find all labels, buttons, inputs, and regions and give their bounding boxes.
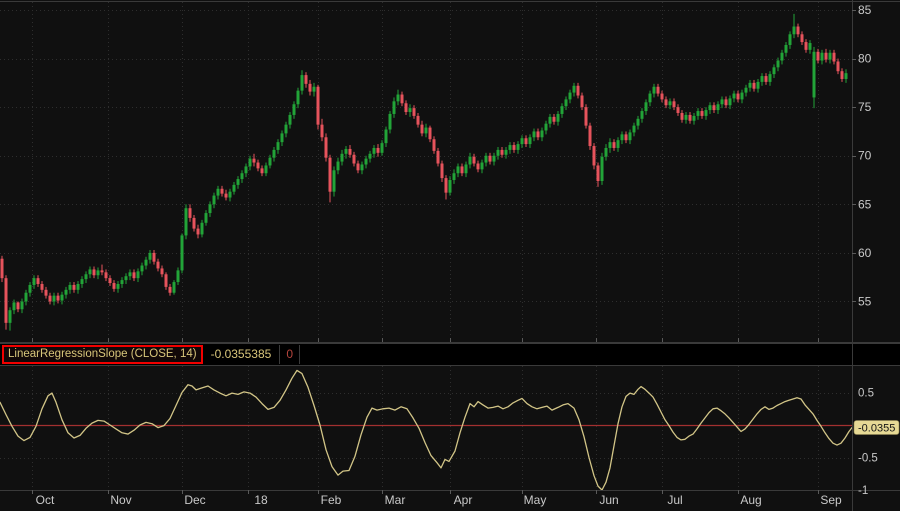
price-axis-label: 55 xyxy=(858,294,872,308)
time-axis-label: Jul xyxy=(667,493,682,507)
price-axis-label: 70 xyxy=(858,149,872,163)
indicator-axis-label: -1 xyxy=(858,485,868,497)
price-axis-label: 80 xyxy=(858,52,872,66)
time-axis-label: 18 xyxy=(254,493,268,507)
axis-separator xyxy=(852,344,853,365)
indicator-axis-label: 0.5 xyxy=(858,388,874,400)
time-axis-label: Jun xyxy=(599,493,618,507)
price-axis-label: 75 xyxy=(858,100,872,114)
chart-canvas[interactable]: 85 80 75 70 65 60 55 0.5 -0.5 -1 -0.0355 Oct Nov Dec 1… xyxy=(0,0,900,511)
time-axis-label: Aug xyxy=(740,493,761,507)
indicator-value-badge-text: -0.0355 xyxy=(858,423,895,435)
indicator-value: -0.0355385 xyxy=(203,345,281,364)
price-axis-label: 85 xyxy=(858,3,872,17)
time-axis-label: Feb xyxy=(321,493,342,507)
time-axis-label: Mar xyxy=(385,493,406,507)
time-axis-label: Sep xyxy=(820,493,842,507)
price-axis-label: 65 xyxy=(858,197,872,211)
indicator-value-badge: -0.0355 xyxy=(854,421,899,435)
time-axis-label: Oct xyxy=(36,493,55,507)
indicator-axis-label: -0.5 xyxy=(858,453,878,465)
time-axis-label: May xyxy=(524,493,547,507)
time-axis-label: Dec xyxy=(184,493,205,507)
price-axis-label: 60 xyxy=(858,246,872,260)
time-axis-label: Nov xyxy=(110,493,131,507)
indicator-header-row: LinearRegressionSlope (CLOSE, 14) -0.035… xyxy=(0,343,900,366)
trading-chart-window: 85 80 75 70 65 60 55 0.5 -0.5 -1 -0.0355 Oct Nov Dec 1… xyxy=(0,0,900,511)
indicator-zero-value: 0 xyxy=(280,345,300,364)
indicator-label[interactable]: LinearRegressionSlope (CLOSE, 14) xyxy=(2,345,203,364)
time-axis-label: Apr xyxy=(454,493,473,507)
